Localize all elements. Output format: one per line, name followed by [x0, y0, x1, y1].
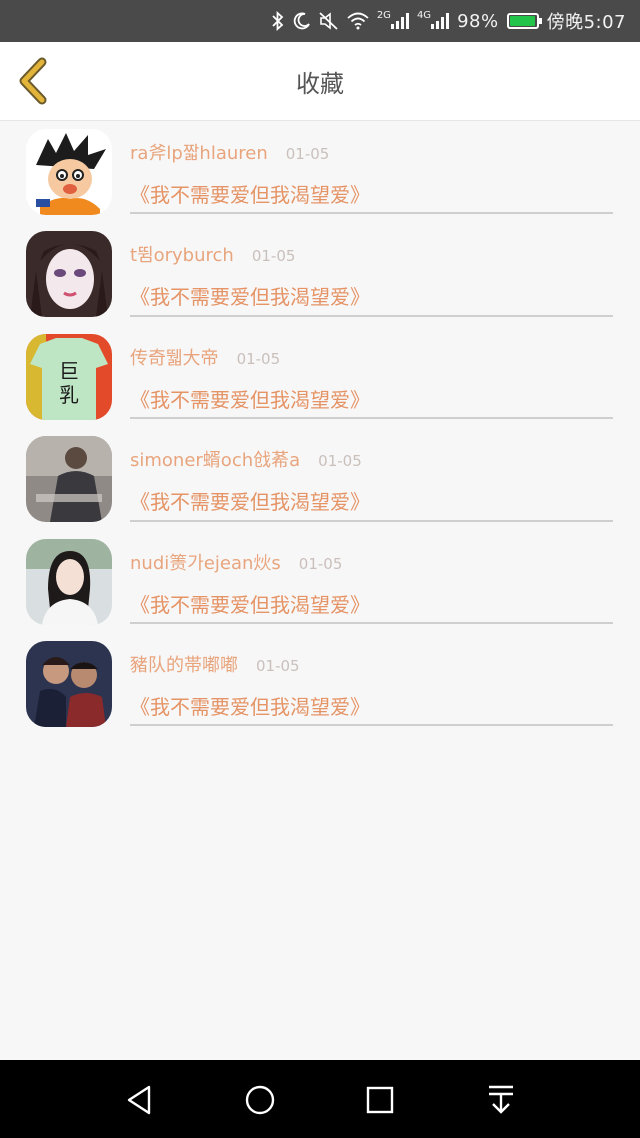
battery-icon: [506, 13, 542, 29]
status-bar: 2G 4G 98% 傍晚5:07: [0, 0, 640, 42]
favorite-title[interactable]: 《我不需要爱但我渴望爱》: [130, 281, 370, 310]
avatar: [26, 436, 112, 523]
favorite-item[interactable]: 豬队的帯嘟嘟 01-05 《我不需要爱但我渴望爱》: [0, 633, 640, 735]
favorite-item[interactable]: 巨乳传奇뛟大帝 01-05 《我不需要爱但我渴望爱》: [0, 326, 640, 428]
favorite-date: 01-05: [318, 452, 362, 471]
favorite-item[interactable]: nudi箦가ejean炏s 01-05 《我不需要爱但我渴望爱》: [0, 531, 640, 633]
screen: 2G 4G 98% 傍晚5:07 收藏 ra斧lp짧hlauren 01-05 《我…: [0, 0, 640, 1138]
favorite-title[interactable]: 《我不需要爱但我渴望爱》: [130, 486, 370, 515]
favorite-item[interactable]: ra斧lp짧hlauren 01-05 《我不需要爱但我渴望爱》: [0, 121, 640, 223]
user-name: nudi箦가ejean炏s: [130, 552, 281, 574]
favorite-item[interactable]: t뜀oryburch 01-05 《我不需要爱但我渴望爱》: [0, 223, 640, 325]
user-name: simoner蝑och戗莃a: [130, 450, 301, 472]
divider: [130, 417, 613, 420]
avatar: 巨乳: [26, 333, 112, 420]
svg-text:乳: 乳: [59, 383, 79, 407]
divider: [130, 519, 613, 522]
nav-notifications-button[interactable]: [481, 1080, 521, 1120]
divider: [130, 314, 613, 317]
favorite-date: 01-05: [298, 554, 343, 573]
battery-percent: 98%: [457, 10, 499, 32]
divider: [130, 621, 613, 624]
page-title: 收藏: [296, 69, 344, 98]
user-name: 豬队的帯嘟嘟: [130, 654, 238, 676]
user-name: 传奇뛟大帝: [130, 347, 219, 369]
favorite-meta: 传奇뛟大帝 01-05: [130, 344, 280, 370]
wifi-icon: [347, 12, 369, 30]
network-4g-label: 4G: [416, 9, 432, 21]
avatar: [26, 640, 112, 727]
favorite-meta: ra斧lp짧hlauren 01-05: [130, 139, 329, 165]
favorite-meta: 豬队的帯嘟嘟 01-05: [130, 651, 300, 677]
pull-down-icon: [489, 1085, 513, 1114]
favorite-title[interactable]: 《我不需要爱但我渴望爱》: [130, 691, 370, 720]
app-header: 收藏: [0, 42, 640, 121]
favorite-date: 01-05: [285, 145, 330, 163]
nav-home-button[interactable]: [240, 1080, 280, 1120]
favorite-date: 01-05: [236, 349, 281, 368]
favorite-meta: nudi箦가ejean炏s 01-05: [130, 549, 342, 575]
favorite-meta: simoner蝑och戗莃a 01-05: [130, 446, 362, 472]
circle-home-icon: [245, 1085, 275, 1115]
navigation-bar: [0, 1060, 640, 1138]
battery-fill: [509, 16, 536, 26]
user-name: ra斧lp짧hlauren: [130, 143, 268, 164]
nav-recents-button[interactable]: [360, 1080, 400, 1120]
avatar: [26, 231, 112, 318]
favorite-item[interactable]: simoner蝑och戗莃a 01-05 《我不需要爱但我渴望爱》: [0, 428, 640, 530]
square-recents-icon: [366, 1086, 394, 1114]
bluetooth-icon: [271, 11, 285, 31]
favorite-date: 01-05: [256, 656, 300, 675]
divider: [130, 212, 613, 215]
signal-4g-icon: 4G: [416, 9, 450, 29]
divider: [130, 724, 613, 727]
status-icons: 2G 4G 98% 傍晚5:07: [271, 0, 626, 42]
signal-2g-icon: 2G: [376, 9, 409, 29]
svg-text:巨: 巨: [59, 359, 79, 383]
favorite-meta: t뜀oryburch 01-05: [130, 241, 295, 267]
favorite-title[interactable]: 《我不需要爱但我渴望爱》: [130, 384, 370, 413]
avatar: [26, 538, 112, 625]
avatar: [26, 129, 112, 215]
user-name: t뜀oryburch: [130, 245, 234, 267]
favorite-title[interactable]: 《我不需要爱但我渴望爱》: [130, 589, 370, 618]
mute-icon: [319, 12, 339, 30]
favorite-date: 01-05: [251, 247, 296, 266]
favorites-list: ra斧lp짧hlauren 01-05 《我不需要爱但我渴望爱》 t뜀oryburch…: [0, 121, 640, 735]
favorite-title[interactable]: 《我不需要爱但我渴望爱》: [130, 179, 370, 208]
nav-back-button[interactable]: [119, 1080, 159, 1120]
moon-icon: [293, 12, 311, 30]
triangle-back-icon: [127, 1085, 151, 1115]
clock: 傍晚5:07: [546, 12, 626, 33]
network-2g-label: 2G: [376, 9, 391, 21]
